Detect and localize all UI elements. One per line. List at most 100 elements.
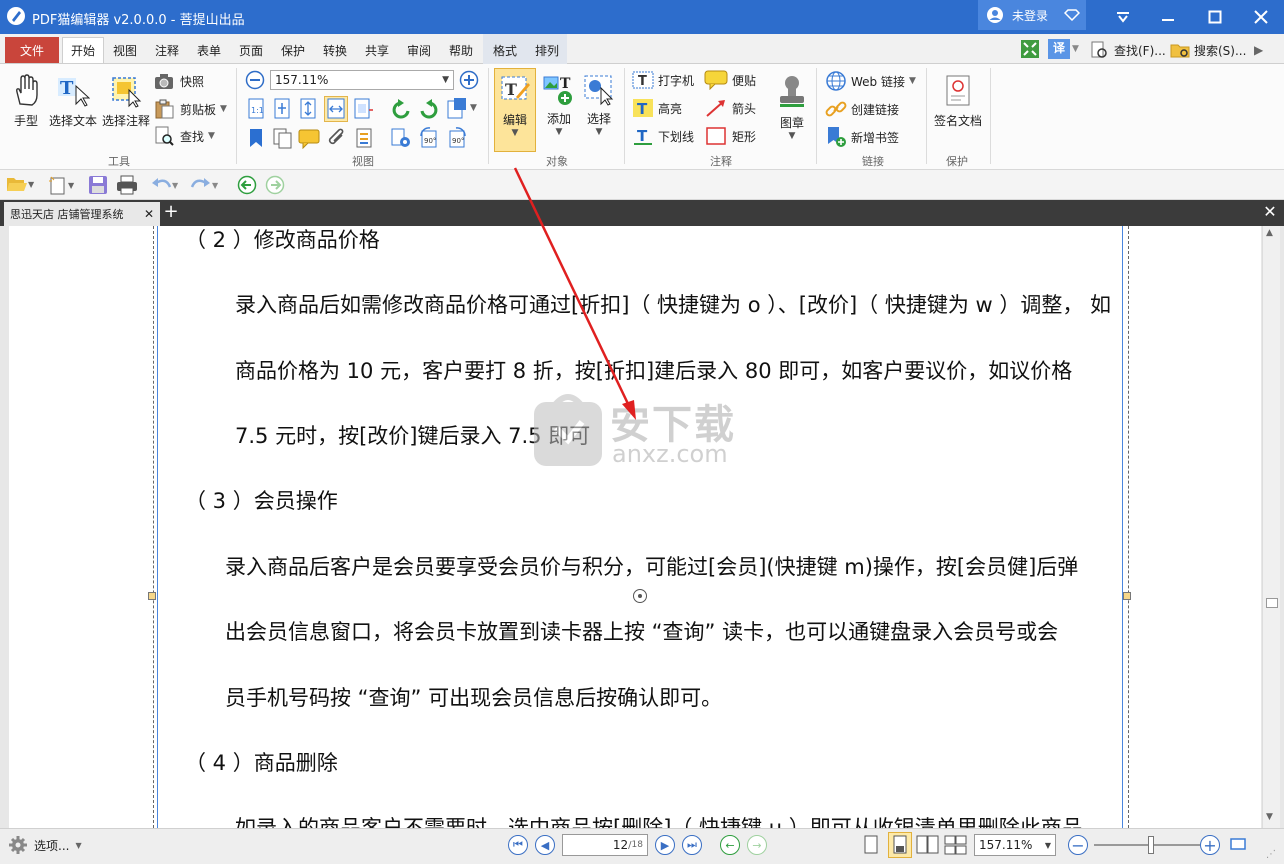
add-object-button[interactable]: T 添加 ▼ [540,74,578,137]
history-forward-button[interactable]: → [747,835,767,855]
forward-button[interactable] [265,175,285,195]
snapshot-button[interactable]: 快照 [154,72,204,90]
arrow-button[interactable]: 箭头 [704,98,756,118]
highlight-button[interactable]: T 高亮 [632,98,682,118]
tab-review[interactable]: 审阅 [401,37,437,63]
tab-arrange[interactable]: 排列 [529,37,565,63]
facing-view-button[interactable] [916,835,940,855]
zoom-select[interactable]: 157.11% ▼ [270,70,454,90]
fit-page-button[interactable] [272,98,292,120]
tab-home[interactable]: 开始 [62,37,104,63]
zoom-slider-thumb[interactable] [1148,836,1154,854]
save-button[interactable] [88,175,108,195]
open-button[interactable]: ▼ [6,175,34,193]
minimize-button[interactable] [1145,0,1191,34]
tab-share[interactable]: 共享 [359,37,395,63]
tab-protect[interactable]: 保护 [275,37,311,63]
tab-format[interactable]: 格式 [487,37,523,63]
first-page-button[interactable]: ⏮ [508,835,528,855]
find-tool-button[interactable]: 查找 ▼ [154,126,215,146]
attachments-panel-button[interactable] [326,127,348,149]
translate-button[interactable]: 译 ▼ [1048,39,1079,59]
layers-panel-button[interactable] [354,127,376,149]
clipboard-button[interactable]: 剪贴板 ▼ [154,99,227,119]
facing-continuous-view-button[interactable] [944,835,968,855]
zoom-in-button[interactable] [459,70,479,90]
select-object-button[interactable]: 选择 ▼ [580,74,618,137]
tab-form[interactable]: 表单 [191,37,227,63]
prev-page-button[interactable]: ◀ [535,835,555,855]
tab-comment[interactable]: 注释 [149,37,185,63]
fit-window-button[interactable] [1230,837,1246,851]
options-button[interactable]: 选项... ▼ [8,835,82,855]
add-bookmark-button[interactable]: 新增书签 [825,126,899,148]
tab-help[interactable]: 帮助 [443,37,479,63]
continuous-view-button[interactable] [888,832,912,858]
print-button[interactable] [116,175,138,195]
tab-close-icon[interactable]: ✕ [144,207,154,221]
single-page-view-button[interactable] [862,835,880,855]
stamp-button[interactable]: 图章 ▼ [774,74,810,141]
selection-handle-left[interactable] [148,592,156,600]
rotate-handle[interactable] [633,589,647,603]
select-text-button[interactable]: T 选择文本 [48,74,98,129]
zoom-slider[interactable] [1094,836,1200,854]
scroll-up-icon[interactable]: ▲ [1266,228,1273,238]
fit-height-button[interactable] [298,98,318,120]
status-zoom-in-button[interactable]: + [1200,835,1220,855]
pages-panel-button[interactable] [272,127,294,149]
status-zoom-out-button[interactable]: − [1068,835,1088,855]
fullscreen-button[interactable] [1020,39,1040,59]
web-link-button[interactable]: Web 链接 ▼ [825,70,916,92]
fit-visible-button[interactable] [352,98,374,120]
user-login-button[interactable]: 未登录 [978,0,1086,30]
rotate-page-left-button[interactable]: 90° [418,127,440,149]
selection-handle-right[interactable] [1123,592,1131,600]
page-number-field[interactable]: 12/18 [562,834,648,856]
redo-button[interactable]: ▼ [190,175,218,195]
new-tab-button[interactable]: + [162,203,180,223]
ribbon-collapse-button[interactable] [1100,0,1146,34]
find-button[interactable]: 查找(F)... [1090,41,1166,59]
page-settings-button[interactable] [390,127,412,149]
sign-document-button[interactable]: 签名文档 [930,74,986,129]
underline-button[interactable]: T 下划线 [632,126,694,146]
back-button[interactable] [237,175,257,195]
scroll-down-icon[interactable]: ▼ [1266,812,1273,822]
maximize-button[interactable] [1192,0,1238,34]
edit-object-button[interactable]: T 编辑 ▼ [494,68,536,152]
last-page-button[interactable]: ⏭ [682,835,702,855]
undo-button[interactable]: ▼ [150,175,178,195]
resize-grip[interactable]: ⋰ [1266,849,1280,863]
bookmark-panel-button[interactable] [246,127,266,149]
zoom-out-button[interactable] [245,70,265,90]
close-window-button[interactable] [1238,0,1284,34]
tab-page[interactable]: 页面 [233,37,269,63]
actual-size-button[interactable]: 1:1 [246,98,266,120]
rectangle-button[interactable]: 矩形 [704,126,756,146]
rotate-left-button[interactable] [390,98,412,120]
document-tab[interactable]: 思迅天店 店铺管理系统 ✕ [4,202,160,226]
comments-panel-button[interactable] [298,127,320,149]
more-arrow[interactable]: ▶ [1254,43,1263,57]
page-display-button[interactable]: ▼ [446,97,477,119]
next-page-button[interactable]: ▶ [655,835,675,855]
tab-convert[interactable]: 转换 [317,37,353,63]
note-button[interactable]: 便贴 [704,70,756,90]
vertical-scrollbar[interactable]: ▲ ▼ [1262,226,1280,828]
search-button[interactable]: 搜索(S)... [1170,41,1246,59]
fit-width-button[interactable] [324,96,348,122]
rotate-right-button[interactable] [418,98,440,120]
select-annot-button[interactable]: 选择注释 [100,74,152,129]
create-link-button[interactable]: 创建链接 [825,98,899,120]
status-zoom-select[interactable]: 157.11% ▼ [974,834,1056,856]
hand-tool-button[interactable]: 手型 [8,74,44,129]
close-document-button[interactable]: ✕ [1260,202,1280,222]
file-menu-button[interactable]: 文件 [5,37,59,63]
rotate-page-right-button[interactable]: 90° [446,127,468,149]
new-button[interactable]: ▼ [48,175,74,195]
scroll-thumb[interactable] [1266,598,1278,608]
tab-view[interactable]: 视图 [107,37,143,63]
typewriter-button[interactable]: T 打字机 [632,70,694,90]
history-back-button[interactable]: ← [720,835,740,855]
